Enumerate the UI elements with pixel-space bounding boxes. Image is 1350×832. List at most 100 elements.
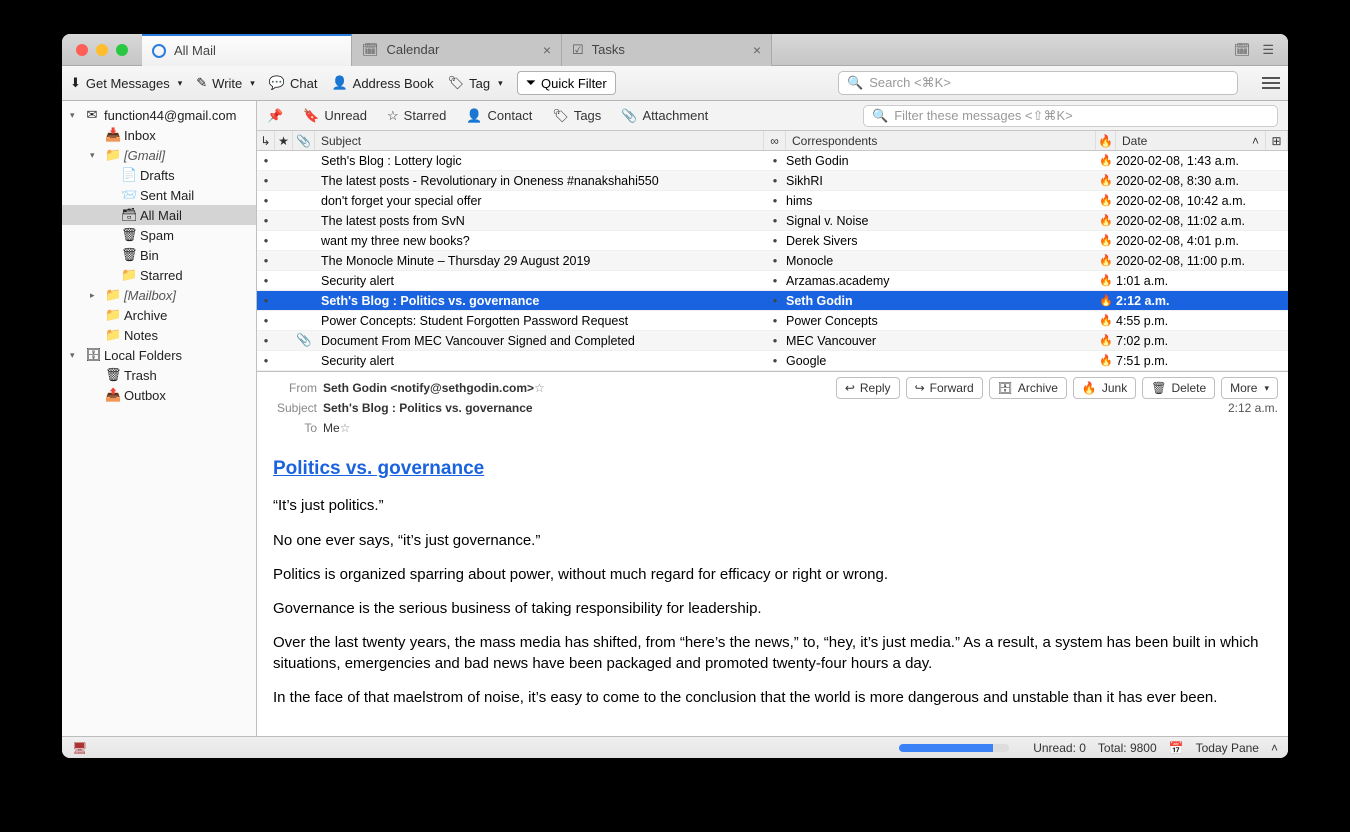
write-button[interactable]: ✎ Write — [196, 75, 255, 91]
star-contact-icon[interactable]: ☆ — [534, 381, 545, 395]
tab-all-mail[interactable]: All Mail — [142, 34, 352, 66]
app-menu-button[interactable] — [1262, 77, 1280, 89]
chat-button[interactable]: 💬 Chat — [269, 75, 318, 91]
star-contact-icon[interactable]: ☆ — [340, 421, 351, 435]
quick-filter-bar: 📌 🔖Unread ☆Starred 👤Contact 🏷Tags 📎Attac… — [257, 101, 1288, 131]
filter-attachment[interactable]: 📎Attachment — [621, 108, 708, 124]
delete-button[interactable]: 🗑Delete — [1142, 377, 1215, 399]
col-star[interactable]: ★ — [275, 131, 293, 150]
calendar-shortcut-icon[interactable]: 🗓 — [1234, 42, 1251, 58]
message-correspondent: Derek Sivers — [786, 234, 1096, 248]
message-date: 2020-02-08, 8:30 a.m. — [1116, 174, 1266, 188]
global-search-input[interactable]: 🔍 Search <⌘K> — [838, 71, 1238, 95]
sidebar-item[interactable]: 📥Inbox — [62, 125, 256, 145]
flame-icon: 🔥 — [1096, 354, 1116, 367]
folder-label: Starred — [140, 268, 183, 283]
message-subject: Seth's Blog : Lottery logic — [315, 154, 764, 168]
sidebar-item[interactable]: ▾📁[Gmail] — [62, 145, 256, 165]
quick-filter-button[interactable]: ⏷ Quick Filter — [517, 71, 616, 95]
junk-button[interactable]: 🔥Junk — [1073, 377, 1136, 399]
col-spam[interactable]: ∞ — [764, 131, 786, 150]
filter-contact[interactable]: 👤Contact — [466, 108, 532, 124]
search-icon: 🔍 — [872, 108, 888, 124]
from-value[interactable]: Seth Godin <notify@sethgodin.com> — [323, 381, 534, 395]
col-subject[interactable]: Subject — [315, 131, 764, 150]
to-value[interactable]: Me — [323, 421, 340, 435]
reply-icon: ↩ — [845, 381, 855, 395]
local-folders-row[interactable]: ▾ 🗄 Local Folders — [62, 345, 256, 365]
sidebar-item[interactable]: 📨Sent Mail — [62, 185, 256, 205]
col-date-icon[interactable]: 🔥 — [1096, 131, 1116, 150]
message-row[interactable]: ●want my three new books?●Derek Sivers🔥2… — [257, 231, 1288, 251]
sidebar-item[interactable]: 📄Drafts — [62, 165, 256, 185]
message-row[interactable]: ●Seth's Blog : Lottery logic●Seth Godin🔥… — [257, 151, 1288, 171]
address-book-button[interactable]: 👤 Address Book — [331, 75, 433, 91]
message-date: 2020-02-08, 1:43 a.m. — [1116, 154, 1266, 168]
get-messages-button[interactable]: ⬇ Get Messages — [70, 75, 182, 91]
message-row[interactable]: ●Security alert●Google🔥7:51 p.m. — [257, 351, 1288, 371]
twisty-icon[interactable]: ▾ — [70, 350, 80, 361]
folder-label: Inbox — [124, 128, 156, 143]
col-correspondents[interactable]: Correspondents — [786, 131, 1096, 150]
minimize-window-button[interactable] — [96, 44, 108, 56]
tag-button[interactable]: 🏷 Tag — [448, 75, 503, 91]
message-row[interactable]: ●The Monocle Minute – Thursday 29 August… — [257, 251, 1288, 271]
subject-label: Subject — [267, 401, 317, 415]
sidebar-item[interactable]: 📁Starred — [62, 265, 256, 285]
chevron-up-icon[interactable]: ˄ — [1271, 741, 1278, 755]
message-row[interactable]: ●The latest posts from SvN●Signal v. Noi… — [257, 211, 1288, 231]
folder-label: Sent Mail — [140, 188, 194, 203]
filter-tags[interactable]: 🏷Tags — [552, 108, 601, 124]
today-pane-label[interactable]: Today Pane — [1196, 741, 1259, 755]
message-date: 2020-02-08, 10:42 a.m. — [1116, 194, 1266, 208]
close-window-button[interactable] — [76, 44, 88, 56]
tasks-shortcut-icon[interactable]: ☰ — [1262, 42, 1274, 58]
message-row[interactable]: ●The latest posts - Revolutionary in One… — [257, 171, 1288, 191]
article-title-link[interactable]: Politics vs. governance — [273, 458, 484, 479]
message-row[interactable]: ●don't forget your special offer●hims🔥20… — [257, 191, 1288, 211]
filter-unread[interactable]: 🔖Unread — [303, 108, 367, 124]
sidebar-item[interactable]: 🗑Bin — [62, 245, 256, 265]
message-row[interactable]: ●Security alert●Arzamas.academy🔥1:01 a.m… — [257, 271, 1288, 291]
account-row[interactable]: ▾ ✉ function44@gmail.com — [62, 105, 256, 125]
col-picker[interactable]: ⊞ — [1266, 131, 1288, 150]
sidebar-item[interactable]: 📤Outbox — [62, 385, 256, 405]
sidebar-item[interactable]: ▸📁[Mailbox] — [62, 285, 256, 305]
sidebar-item[interactable]: 🗑Spam — [62, 225, 256, 245]
offline-icon[interactable]: 🖥 — [72, 741, 87, 755]
twisty-icon[interactable]: ▾ — [70, 110, 80, 121]
twisty-icon[interactable]: ▾ — [90, 150, 100, 161]
twisty-icon[interactable]: ▸ — [90, 290, 100, 301]
chat-icon: 💬 — [269, 75, 285, 91]
pin-icon[interactable]: 📌 — [267, 108, 283, 124]
flame-icon: 🔥 — [1096, 154, 1116, 167]
more-button[interactable]: More — [1221, 377, 1278, 399]
close-tab-icon[interactable]: × — [753, 42, 761, 58]
col-attach[interactable]: 📎 — [293, 131, 315, 150]
reply-button[interactable]: ↩Reply — [836, 377, 900, 399]
today-pane-icon[interactable]: 📅 — [1169, 741, 1184, 755]
folder-icon: 🗑 — [121, 227, 135, 243]
tab-tasks[interactable]: ☑ Tasks × — [562, 34, 772, 66]
sidebar-item[interactable]: 🗑Trash — [62, 365, 256, 385]
message-filter-input[interactable]: 🔍 Filter these messages <⇧⌘K> — [863, 105, 1278, 127]
message-row[interactable]: ●Seth's Blog : Politics vs. governance●S… — [257, 291, 1288, 311]
folder-label: All Mail — [140, 208, 182, 223]
col-thread[interactable]: ↳ — [257, 131, 275, 150]
filter-starred[interactable]: ☆Starred — [387, 108, 446, 124]
zoom-window-button[interactable] — [116, 44, 128, 56]
folder-label: [Gmail] — [124, 148, 165, 163]
col-date[interactable]: Date˄ — [1116, 131, 1266, 150]
archive-button[interactable]: 🗄Archive — [989, 377, 1067, 399]
message-row[interactable]: ●Power Concepts: Student Forgotten Passw… — [257, 311, 1288, 331]
tab-calendar[interactable]: 🗓 Calendar × — [352, 34, 562, 66]
sidebar-item[interactable]: 🗃All Mail — [62, 205, 256, 225]
message-subject: Document From MEC Vancouver Signed and C… — [315, 334, 764, 348]
sidebar-item[interactable]: 📁Archive — [62, 305, 256, 325]
sidebar-item[interactable]: 📁Notes — [62, 325, 256, 345]
close-tab-icon[interactable]: × — [543, 42, 551, 58]
forward-button[interactable]: ↪Forward — [906, 377, 983, 399]
junk-icon: 🔥 — [1082, 381, 1097, 395]
tab-label: All Mail — [174, 43, 216, 58]
message-row[interactable]: ●📎Document From MEC Vancouver Signed and… — [257, 331, 1288, 351]
